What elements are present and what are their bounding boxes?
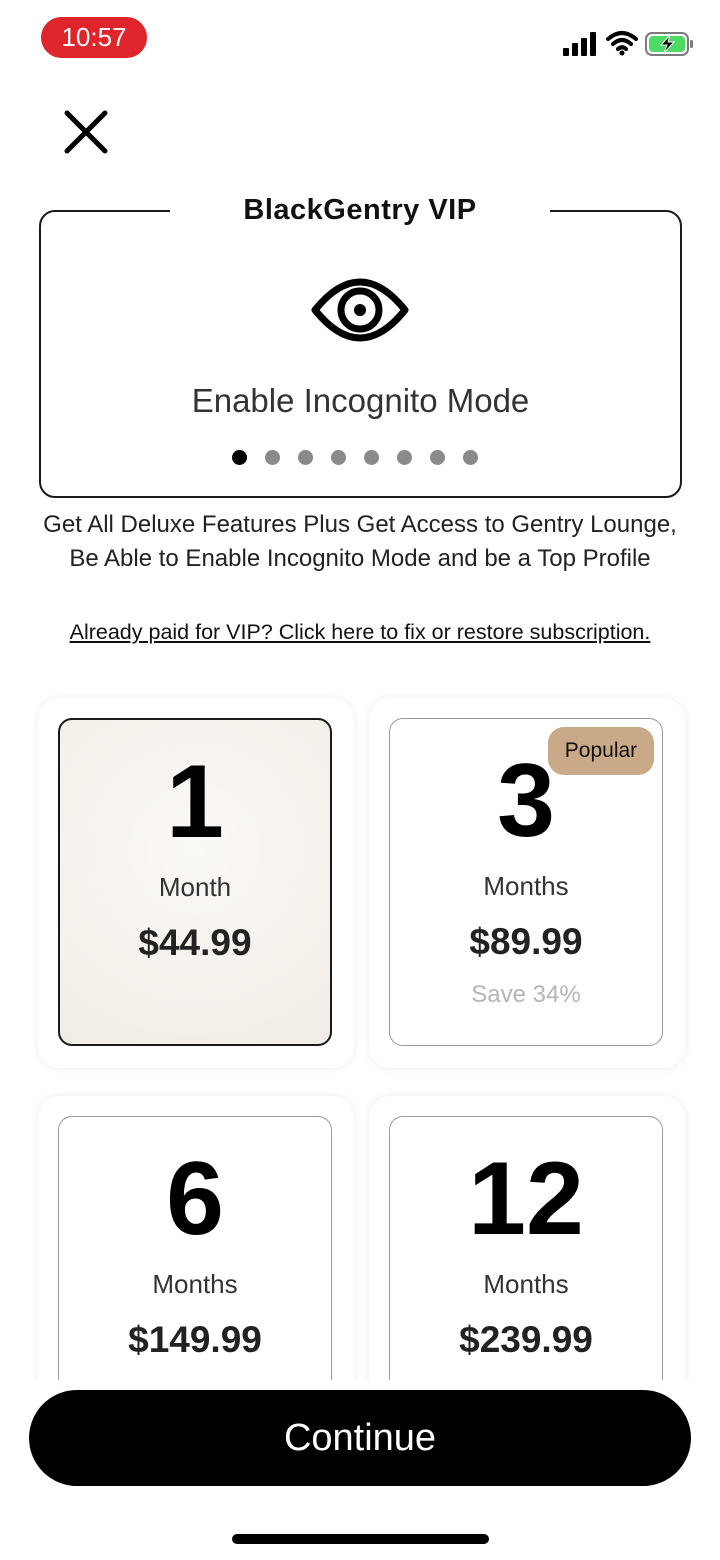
plan-duration-unit: Months — [483, 1269, 569, 1299]
home-indicator — [232, 1534, 489, 1544]
plan-option-1-month: 1 Month $44.99 — [38, 698, 354, 1068]
plan-price: $89.99 — [469, 921, 583, 962]
restore-subscription-link[interactable]: Already paid for VIP? Click here to fix … — [30, 620, 690, 645]
carousel-dot[interactable] — [331, 449, 346, 465]
plan-price: $149.99 — [128, 1319, 262, 1360]
continue-button[interactable]: Continue — [29, 1390, 691, 1486]
plan-duration-unit: Months — [483, 871, 569, 901]
carousel-dots[interactable] — [232, 448, 478, 466]
carousel-dot[interactable] — [430, 449, 445, 465]
signal-icon — [563, 32, 596, 56]
eye-icon — [311, 278, 409, 342]
feature-label: Enable Incognito Mode — [191, 382, 530, 419]
status-bar: 10:57 — [0, 0, 720, 80]
carousel-dot[interactable] — [232, 449, 247, 465]
plan-card[interactable]: 3 Months $89.99 Save 34% Popular — [389, 718, 663, 1046]
plan-duration-unit: Month — [158, 872, 232, 902]
plan-savings: Save 34% — [471, 981, 581, 1008]
plan-duration-number: 6 — [166, 1141, 224, 1257]
carousel-dot[interactable] — [463, 449, 478, 465]
popular-badge: Popular — [548, 727, 654, 775]
close-button[interactable] — [56, 102, 116, 162]
carousel-dot[interactable] — [397, 449, 412, 465]
plan-duration-unit: Months — [152, 1269, 238, 1299]
battery-charging-icon — [645, 32, 693, 56]
status-time: 10:57 — [41, 17, 147, 58]
wifi-icon — [606, 31, 638, 56]
plan-duration-number: 12 — [468, 1141, 584, 1257]
carousel-dot[interactable] — [265, 449, 280, 465]
plan-price: $44.99 — [138, 922, 252, 963]
feature-title: BlackGentry VIP — [170, 188, 550, 232]
plan-card[interactable]: 1 Month $44.99 — [58, 718, 332, 1046]
plan-duration-number: 1 — [166, 744, 224, 860]
vip-description: Get All Deluxe Features Plus Get Access … — [43, 511, 677, 572]
plan-option-3-months: 3 Months $89.99 Save 34% Popular — [369, 698, 685, 1068]
carousel-dot[interactable] — [364, 449, 379, 465]
plan-price: $239.99 — [459, 1319, 593, 1360]
carousel-dot[interactable] — [298, 449, 313, 465]
close-icon — [64, 110, 108, 154]
